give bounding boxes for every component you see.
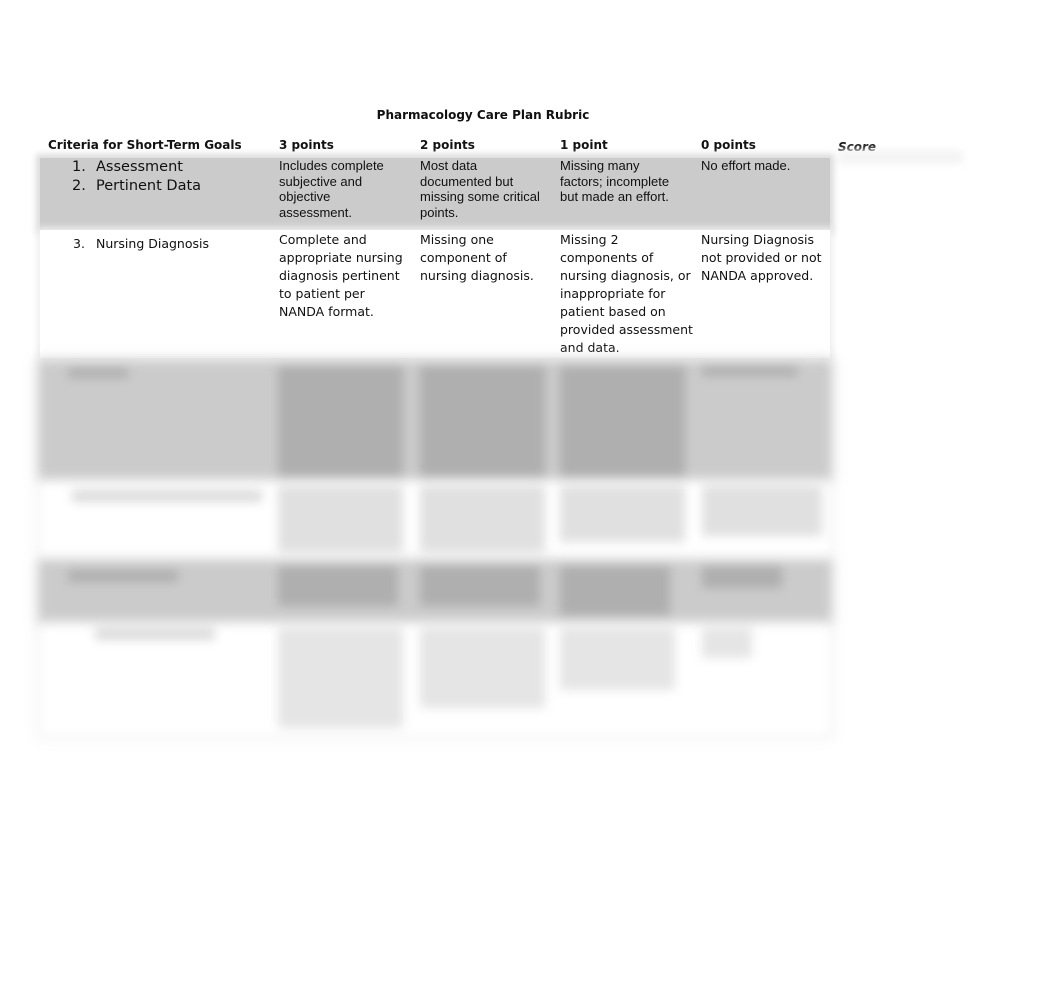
obscured-row	[40, 624, 830, 736]
cell-3-points: Includes complete subjective and objecti…	[279, 158, 384, 220]
header-0-points: 0 points	[701, 138, 756, 152]
criteria-item: 2. Pertinent Data	[72, 178, 202, 194]
header-1-point: 1 point	[560, 138, 608, 152]
cell-3-points: Complete and appropriate nursing diagnos…	[279, 232, 403, 319]
cell-1-point: Missing 2 components of nursing diagnosi…	[560, 232, 693, 355]
document-title: Pharmacology Care Plan Rubric	[376, 108, 590, 122]
criteria-item: 3. Nursing Diagnosis	[73, 236, 209, 251]
obscured-row	[40, 362, 830, 480]
cell-0-points: No effort made.	[701, 158, 791, 173]
header-3-points: 3 points	[279, 138, 334, 152]
header-2-points: 2 points	[420, 138, 475, 152]
header-criteria: Criteria for Short-Term Goals	[48, 138, 242, 152]
criteria-list: 1. Assessment 2. Pertinent Data	[72, 158, 201, 196]
cell-2-points: Missing one component of nursing diagnos…	[420, 232, 534, 283]
criteria-item: 1. Assessment	[72, 159, 183, 175]
obscured-row	[40, 562, 830, 624]
cell-0-points: Nursing Diagnosis not provided or not NA…	[701, 232, 822, 283]
cell-2-points: Most data documented but missing some cr…	[420, 158, 540, 220]
rubric-row-nursing-diagnosis: 3. Nursing Diagnosis Complete and appropr…	[40, 230, 830, 358]
cell-1-point: Missing many factors; incomplete but mad…	[560, 158, 670, 204]
obscured-row	[40, 482, 830, 560]
rubric-row-assessment: 1. Assessment 2. Pertinent Data Includes c…	[40, 158, 830, 230]
score-column-shade	[838, 150, 963, 164]
